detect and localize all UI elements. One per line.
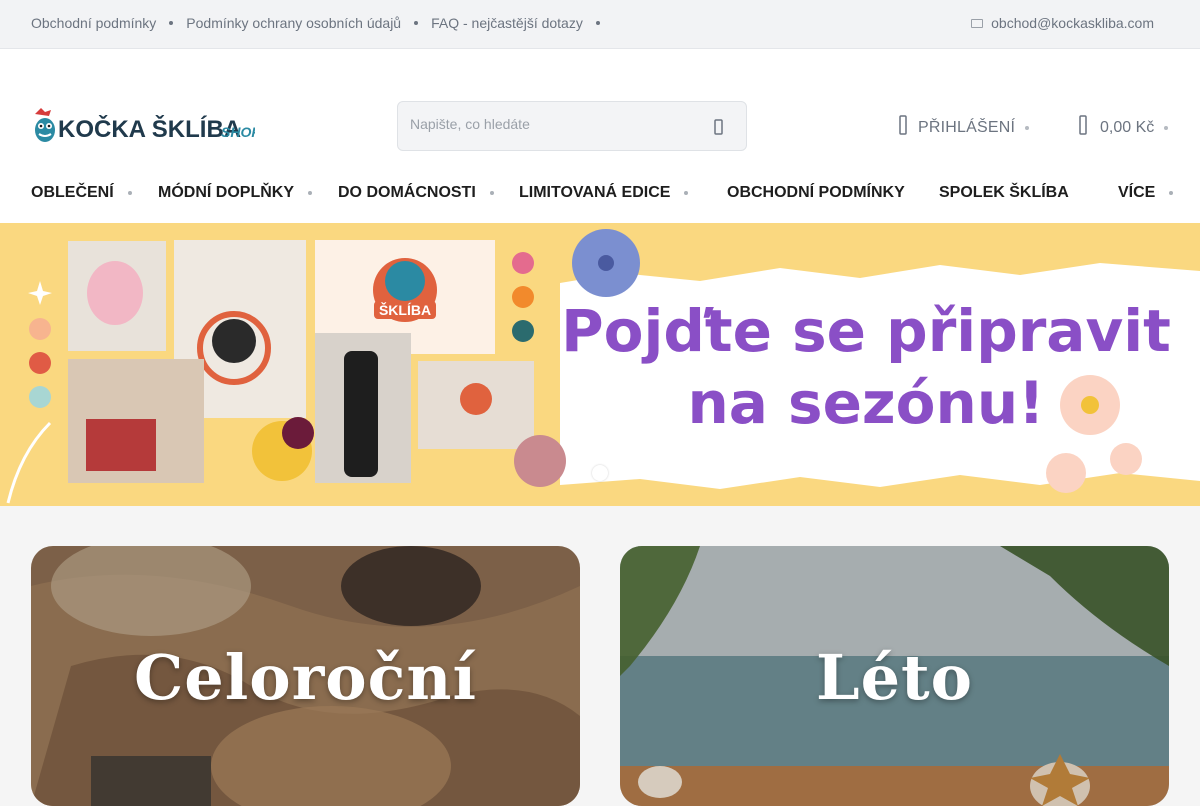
decor-dot: [512, 286, 534, 308]
pansy-center: [282, 417, 314, 449]
chevron-down-icon: [1025, 125, 1030, 130]
decor-dot: [512, 320, 534, 342]
thermos-bottle: [344, 351, 378, 477]
search-box[interactable]: [397, 101, 747, 151]
candle-jar: [86, 419, 156, 471]
login-link[interactable]: PŘIHLÁŠENÍ: [898, 114, 1030, 141]
decor-dot: [29, 318, 51, 340]
nav-item-limited[interactable]: LIMITOVANÁ EDICE: [519, 184, 689, 202]
login-label[interactable]: PŘIHLÁŠENÍ: [918, 119, 1015, 137]
nav-item-label[interactable]: SPOLEK ŠKLÍBA: [939, 184, 1069, 202]
hero-banner[interactable]: ŠKLÍBA Pojďte se připravit na sezónu!: [0, 223, 1200, 506]
cart-total[interactable]: 0,00 Kč: [1100, 119, 1154, 137]
nav-item-more[interactable]: VÍCE: [1118, 184, 1174, 202]
decor-dot: [29, 352, 51, 374]
chevron-down-icon: [1164, 125, 1169, 130]
top-bar: Obchodní podmínky Podmínky ochrany osobn…: [0, 0, 1200, 49]
email-text[interactable]: obchod@kockaskliba.com: [991, 15, 1154, 31]
nav-item-label[interactable]: VÍCE: [1118, 184, 1155, 202]
category-card-yearround[interactable]: Celoroční: [31, 546, 580, 806]
sparkle-icon: [28, 281, 52, 305]
search-input[interactable]: [410, 116, 700, 132]
nav-item-label[interactable]: LIMITOVANÁ EDICE: [519, 184, 670, 202]
chevron-down-icon: [489, 191, 494, 195]
flower-center: [1081, 396, 1099, 414]
separator-dot: [595, 21, 600, 25]
separator-dot: [414, 21, 419, 25]
site-logo[interactable]: KOČKA ŠKLÍBA SHOP: [31, 106, 261, 146]
nav-item-accessories[interactable]: MÓDNÍ DOPLŇKY: [158, 184, 312, 202]
sweater-logo: [460, 383, 492, 415]
chevron-down-icon: [127, 191, 132, 195]
skliba-badge-text: ŠKLÍBA: [379, 301, 431, 318]
mail-icon: [971, 18, 984, 28]
logo-graphic: KOČKA ŠKLÍBA SHOP: [35, 108, 261, 143]
link-faq[interactable]: FAQ - nejčastější dotazy: [431, 15, 583, 31]
chevron-down-icon: [1169, 191, 1174, 195]
nav-item-home[interactable]: DO DOMÁCNOSTI: [338, 184, 494, 202]
chevron-down-icon: [308, 191, 312, 195]
banner-headline-line1: Pojďte se připravit: [561, 297, 1171, 365]
nav-item-label[interactable]: DO DOMÁCNOSTI: [338, 184, 476, 202]
contact-email[interactable]: obchod@kockaskliba.com: [971, 15, 1154, 31]
logo-suffix: SHOP: [221, 124, 255, 140]
main-nav: OBLEČENÍ MÓDNÍ DOPLŇKY DO DOMÁCNOSTI LIM…: [0, 180, 1200, 204]
leaf-decoration: [6, 421, 52, 504]
category-title[interactable]: Celoroční: [31, 641, 580, 714]
chevron-down-icon: [684, 191, 689, 195]
category-title[interactable]: Léto: [620, 641, 1169, 714]
cart-icon: [1078, 114, 1088, 141]
daisy-flower-icon: [1110, 443, 1142, 475]
category-card-summer[interactable]: Léto: [620, 546, 1169, 806]
separator-dot: [169, 21, 174, 25]
pink-flower-icon: [514, 435, 566, 487]
link-terms[interactable]: Obchodní podmínky: [31, 15, 156, 31]
nav-item-terms[interactable]: OBCHODNÍ PODMÍNKY: [727, 184, 905, 202]
nav-item-label[interactable]: MÓDNÍ DOPLŇKY: [158, 184, 294, 202]
nav-item-clothing[interactable]: OBLEČENÍ: [31, 184, 132, 202]
logo-text: KOČKA ŠKLÍBA: [58, 115, 241, 143]
daisy-flower-icon: [1046, 453, 1086, 493]
cart-link[interactable]: 0,00 Kč: [1078, 114, 1169, 141]
flower-center: [598, 255, 614, 271]
mug-shape: [87, 261, 143, 325]
user-icon: [898, 114, 908, 141]
nav-item-label[interactable]: OBCHODNÍ PODMÍNKY: [727, 184, 905, 202]
banner-headline-line2: na sezónu!: [687, 369, 1044, 437]
search-icon[interactable]: [710, 116, 728, 138]
slider-dot-active[interactable]: [592, 465, 608, 481]
decor-dot: [512, 252, 534, 274]
skliba-cat-icon: [385, 261, 425, 301]
cat-mascot-icon: [35, 108, 55, 142]
top-links: Obchodní podmínky Podmínky ochrany osobn…: [31, 15, 613, 31]
nav-item-club[interactable]: SPOLEK ŠKLÍBA: [939, 184, 1069, 202]
nav-item-label[interactable]: OBLEČENÍ: [31, 184, 114, 202]
decor-dot: [29, 386, 51, 408]
cat-illustration: [212, 319, 256, 363]
banner-graphic: ŠKLÍBA Pojďte se připravit na sezónu!: [6, 229, 1200, 504]
link-privacy[interactable]: Podmínky ochrany osobních údajů: [186, 15, 401, 31]
